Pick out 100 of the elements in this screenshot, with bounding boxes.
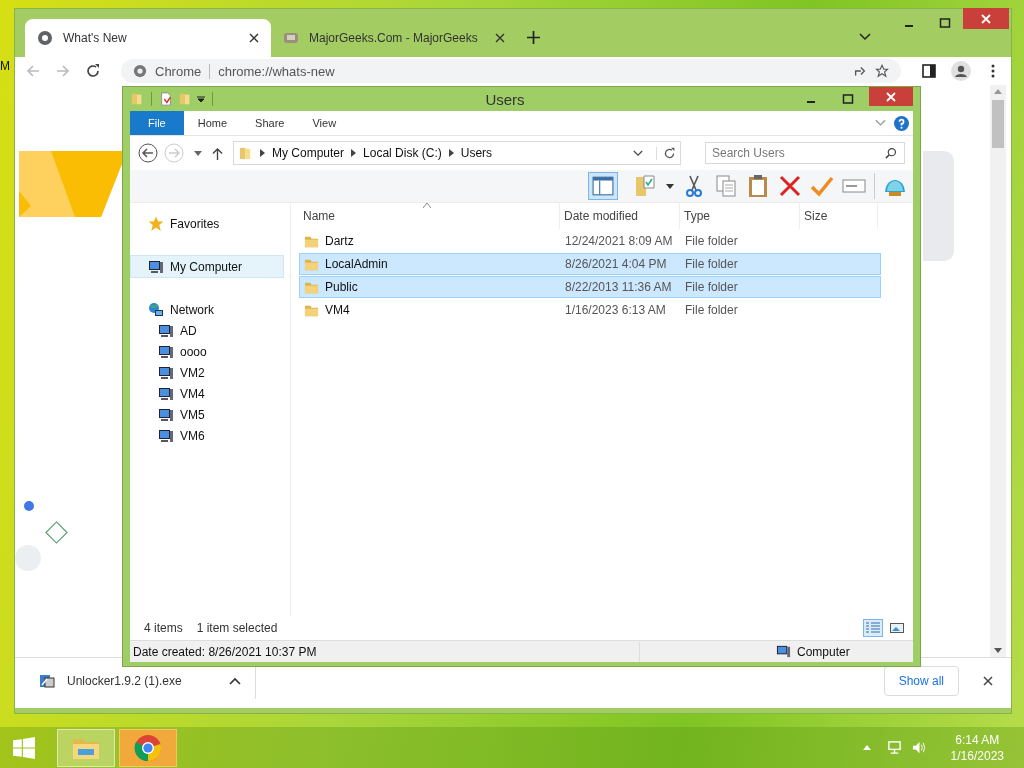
file-name: LocalAdmin (325, 257, 388, 271)
dropdown-icon[interactable] (666, 183, 674, 189)
dropdown-icon[interactable] (633, 149, 643, 157)
file-name: VM4 (325, 303, 350, 317)
star-icon[interactable] (875, 64, 889, 78)
type-cell-text: File folder (684, 303, 739, 317)
close-icon[interactable] (249, 33, 259, 43)
status-text: Date created: 8/26/2021 10:37 PM (133, 644, 317, 659)
star-icon (148, 215, 164, 232)
column-header[interactable]: Name (299, 203, 560, 229)
url-text: chrome://whats-new (218, 63, 335, 79)
computer-icon (158, 364, 174, 381)
scroll-down-icon[interactable] (994, 648, 1002, 653)
refresh-icon[interactable] (656, 146, 676, 160)
maximize-icon[interactable] (939, 17, 951, 29)
chrome-taskbar-button[interactable] (119, 728, 177, 767)
scrollbar-thumb[interactable] (992, 100, 1004, 148)
location-text: Computer (797, 644, 851, 659)
browser-tab[interactable]: MajorGeeks.Com - MajorGeeks (271, 19, 517, 57)
column-header[interactable]: Type (680, 203, 800, 229)
computer-icon (158, 427, 174, 444)
column-header[interactable]: Size (800, 203, 878, 229)
file-name: Dartz (325, 234, 354, 248)
share-icon[interactable] (853, 64, 867, 78)
chrome-icon (134, 733, 162, 762)
delete-icon[interactable] (778, 174, 802, 198)
file-row[interactable]: Public 8/22/2013 11:36 AM File folder (299, 276, 881, 298)
date-cell-text: 1/16/2023 6:13 AM (564, 303, 667, 317)
breadcrumb-item[interactable]: My Computer (272, 146, 345, 160)
ribbon-tab[interactable]: View (298, 111, 351, 135)
address-field[interactable]: My Computer Local Disk (C:) Users (233, 141, 681, 165)
close-icon[interactable] (983, 676, 993, 686)
address-bar[interactable]: Chrome chrome://whats-new (121, 59, 901, 83)
chevron-icon[interactable] (351, 149, 357, 157)
breadcrumb-item[interactable]: Local Disk (C:) (363, 146, 442, 160)
side-panel-icon[interactable] (921, 63, 937, 79)
nav-item[interactable]: VM2 (130, 362, 290, 383)
nav-item[interactable]: VM6 (130, 425, 290, 446)
file-row[interactable]: VM4 1/16/2023 6:13 AM File folder (299, 299, 881, 321)
computer-icon (158, 385, 174, 402)
nav-item[interactable]: AD (130, 320, 290, 341)
file-row[interactable]: Dartz 12/24/2021 8:09 AM File folder (299, 230, 881, 252)
tab-search-icon[interactable] (859, 33, 871, 41)
up-icon[interactable] (212, 146, 223, 160)
new-tab-icon[interactable] (527, 31, 540, 44)
ribbon-tab[interactable]: File (130, 111, 184, 135)
search-field[interactable]: Search Users (705, 142, 905, 164)
reload-icon[interactable] (85, 63, 101, 79)
close-button[interactable] (963, 8, 1009, 29)
recent-locations-icon[interactable] (194, 150, 202, 156)
file-row[interactable]: LocalAdmin 8/26/2021 4:04 PM File folder (299, 253, 881, 275)
site-icon (283, 30, 299, 46)
chevron-icon[interactable] (260, 149, 265, 157)
chevron-icon[interactable] (448, 149, 454, 157)
preview-pane-button[interactable] (588, 172, 618, 200)
desktop-icon-label[interactable]: M (0, 59, 10, 73)
caret-icon[interactable] (229, 677, 241, 685)
type-cell-text: File folder (684, 234, 739, 248)
network-icon (148, 301, 164, 318)
chrome-icon (37, 30, 53, 46)
download-file-name[interactable]: Unlocker1.9.2 (1).exe (67, 674, 217, 688)
ribbon-tab[interactable]: Share (241, 111, 299, 135)
nav-item[interactable]: My Computer (130, 255, 284, 278)
browser-tab[interactable]: What's New (25, 19, 271, 57)
diamond-icon (45, 521, 68, 544)
date-cell-text: 8/22/2013 11:36 AM (564, 280, 673, 294)
date-cell-text: 8/26/2021 4:04 PM (564, 257, 668, 271)
maximize-icon[interactable] (842, 93, 854, 105)
file-name: Public (325, 280, 358, 294)
dropdown-icon[interactable] (197, 95, 205, 103)
type-cell-text: File folder (684, 257, 739, 271)
close-icon[interactable] (495, 33, 505, 43)
installer-icon (39, 673, 55, 689)
column-header[interactable]: Date modified (560, 203, 680, 229)
computer-icon (148, 258, 164, 275)
circle-icon (15, 545, 41, 571)
chrome-icon (133, 64, 147, 78)
document-icon[interactable] (159, 92, 173, 106)
nav-item[interactable]: oooo (130, 341, 290, 362)
show-all-button[interactable]: Show all (883, 666, 959, 696)
nav-item[interactable]: VM5 (130, 404, 290, 425)
help-icon[interactable] (894, 115, 909, 131)
ribbon-tab[interactable]: Home (183, 111, 242, 135)
expand-ribbon-icon[interactable] (875, 119, 886, 127)
nav-item[interactable]: Favorites (130, 213, 290, 234)
back-icon[interactable] (138, 143, 158, 163)
nav-item[interactable]: VM4 (130, 383, 290, 404)
close-button[interactable] (869, 87, 913, 106)
nav-item[interactable]: Network (130, 299, 290, 320)
dot-icon (24, 501, 34, 511)
breadcrumb-item[interactable]: Users (460, 146, 493, 160)
clipboard-icon[interactable] (746, 174, 770, 198)
date-cell-text: 12/24/2021 8:09 AM (564, 234, 674, 248)
checkmark-icon[interactable] (810, 174, 834, 198)
item-count: 4 items (144, 621, 183, 635)
type-cell-text: File folder (684, 280, 739, 294)
computer-icon (158, 322, 174, 339)
site-label: Chrome (155, 63, 211, 79)
profile-icon[interactable] (951, 61, 971, 81)
computer-icon (158, 343, 174, 360)
